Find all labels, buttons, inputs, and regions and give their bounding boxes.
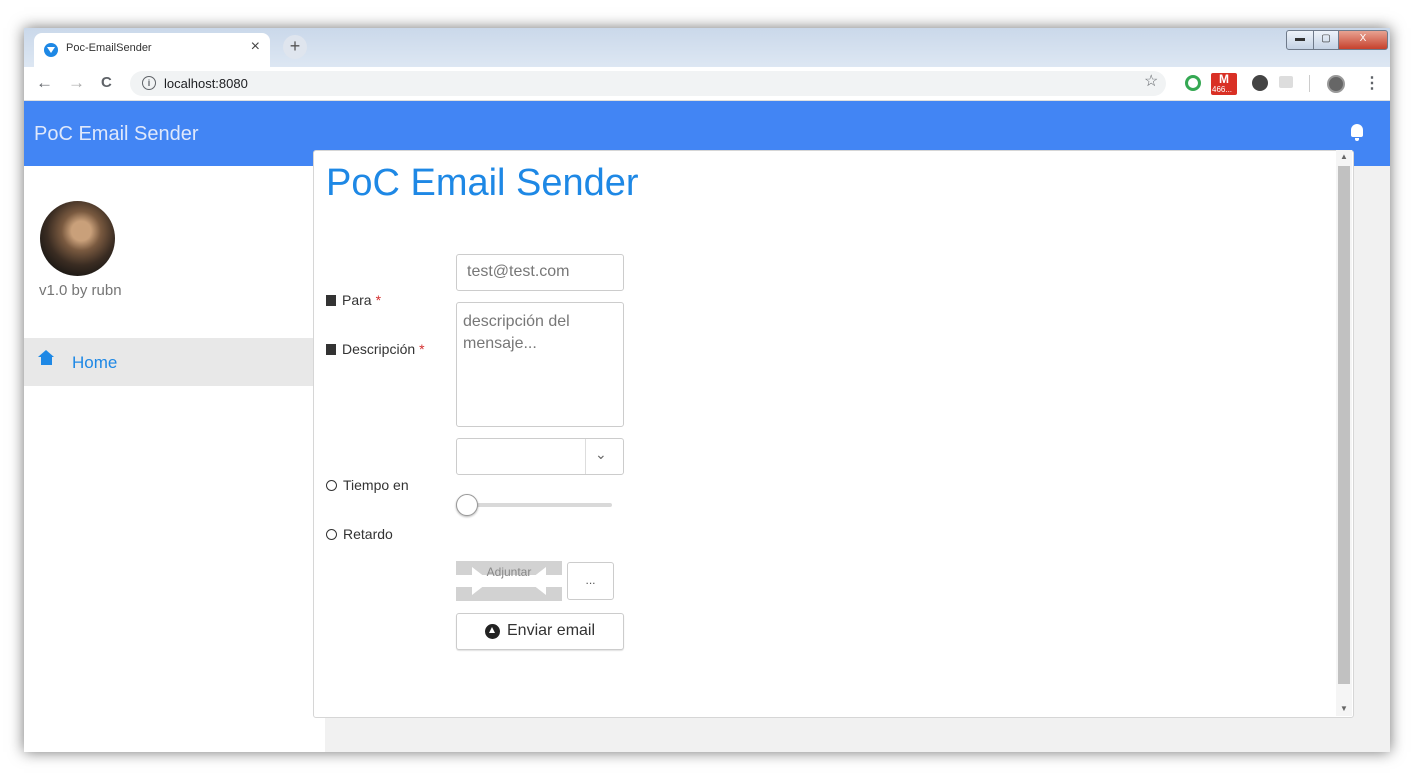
required-marker: * [375, 292, 382, 308]
new-tab-button[interactable]: + [283, 35, 307, 59]
para-label-row: Para * [326, 292, 381, 308]
file-icon [326, 344, 336, 355]
tiempo-label: Tiempo en [343, 477, 409, 493]
page-title: PoC Email Sender [326, 162, 639, 204]
close-window-button[interactable]: X [1338, 30, 1388, 50]
extension-dark-icon[interactable] [1252, 75, 1268, 91]
scroll-up-icon[interactable]: ▲ [1336, 150, 1352, 164]
sidebar: v1.0 by rubn Home [24, 166, 325, 752]
back-button[interactable]: ← [36, 73, 53, 93]
retardo-label: Retardo [343, 526, 393, 542]
attach-label: Adjuntar [486, 565, 532, 579]
sidebar-item-home[interactable]: Home [24, 338, 325, 386]
retardo-slider-thumb[interactable] [456, 494, 478, 516]
bell-icon[interactable] [1351, 124, 1363, 141]
chevron-down-icon[interactable]: ⌄ [595, 446, 607, 463]
browser-menu-icon[interactable]: ⋮ [1364, 73, 1380, 93]
descripcion-textarea[interactable]: descripción del mensaje... [456, 302, 624, 427]
browser-tab[interactable]: Poc-EmailSender × [34, 33, 270, 67]
tab-close-button[interactable]: × [251, 38, 260, 56]
refresh-icon [326, 529, 337, 540]
para-input[interactable]: test@test.com [456, 254, 624, 291]
descripcion-placeholder: descripción del mensaje... [463, 313, 570, 352]
tab-title: Poc-EmailSender [66, 42, 152, 54]
scroll-thumb[interactable] [1338, 166, 1350, 684]
minimize-button[interactable]: ▬ [1286, 30, 1314, 50]
descripcion-label-row: Descripción * [326, 341, 425, 357]
attach-button[interactable]: Adjuntar [456, 561, 562, 601]
url-text: localhost:8080 [164, 76, 248, 91]
address-bar[interactable]: i localhost:8080 [130, 71, 1166, 96]
inbox-icon [326, 295, 336, 306]
para-label: Para [342, 292, 372, 308]
retardo-label-row: Retardo [326, 526, 393, 542]
version-label: v1.0 by rubn [39, 282, 122, 299]
para-placeholder: test@test.com [467, 263, 570, 280]
avatar [40, 201, 115, 276]
send-email-label: Enviar email [507, 622, 596, 639]
app-title: PoC Email Sender [34, 123, 199, 145]
toolbar-divider [1309, 75, 1310, 92]
send-email-button[interactable]: Enviar email [456, 613, 624, 650]
reload-button[interactable]: C [101, 74, 112, 91]
scroll-down-icon[interactable]: ▼ [1336, 702, 1352, 716]
descripcion-label: Descripción [342, 341, 416, 357]
browse-button[interactable]: ... [567, 562, 614, 600]
browser-toolbar: ← → C i localhost:8080 ☆ M 466... ⋮ [24, 67, 1390, 101]
maximize-button[interactable]: ▢ [1313, 30, 1339, 50]
title-bar: Poc-EmailSender × + ▬ ▢ X [24, 28, 1390, 67]
info-icon[interactable]: i [142, 76, 156, 90]
select-divider [585, 439, 586, 474]
profile-avatar-icon[interactable] [1327, 75, 1345, 93]
sidebar-item-label: Home [72, 353, 118, 372]
extension-green-icon[interactable] [1185, 75, 1201, 91]
bookmark-star-icon[interactable]: ☆ [1144, 71, 1158, 91]
gmail-badge-count: 466... [1212, 85, 1233, 94]
retardo-slider-track[interactable] [462, 503, 612, 507]
tiempo-select[interactable]: ⌄ [456, 438, 624, 475]
home-icon [38, 350, 54, 365]
favicon-icon [44, 43, 58, 57]
scrollbar[interactable]: ▲ ▼ [1336, 150, 1352, 716]
timer-icon [326, 480, 337, 491]
gmail-extension-icon[interactable]: M 466... [1211, 73, 1237, 95]
required-marker: * [419, 341, 425, 357]
upload-icon [485, 624, 500, 639]
extension-gray-icon[interactable] [1279, 76, 1293, 88]
forward-button[interactable]: → [68, 73, 85, 93]
tiempo-label-row: Tiempo en [326, 477, 409, 493]
